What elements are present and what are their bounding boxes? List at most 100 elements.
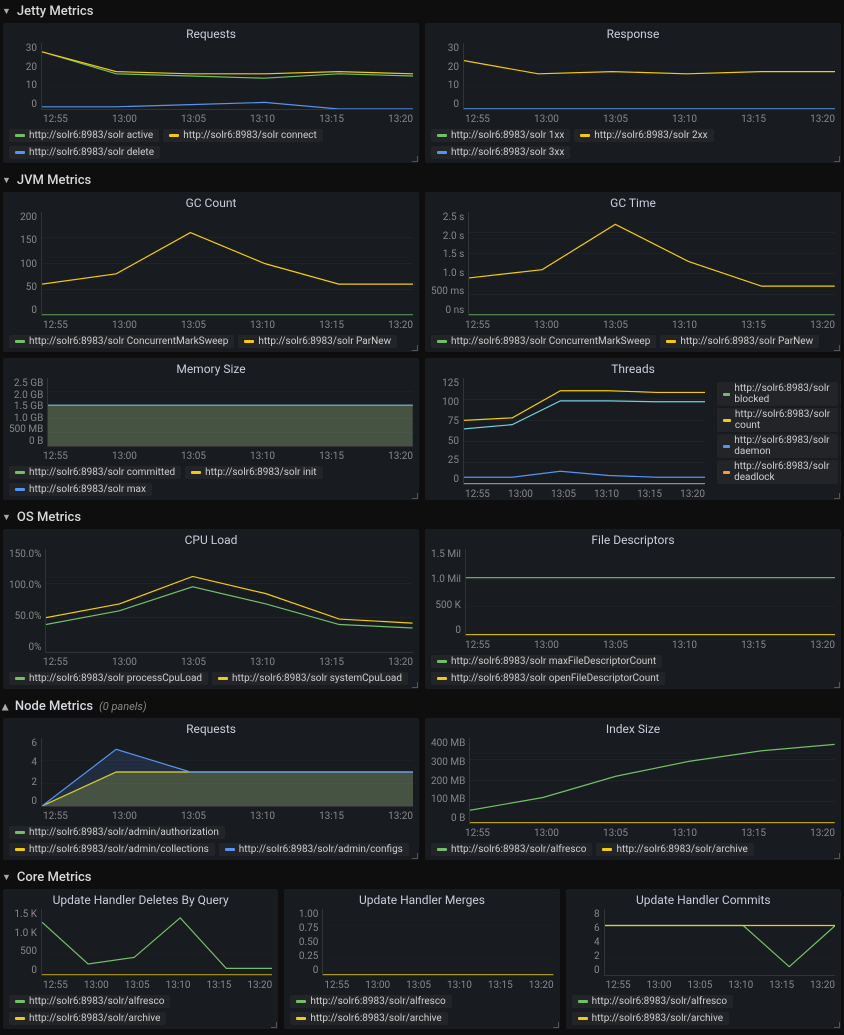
legend-item[interactable]: http://solr6:8983/solr/archive	[9, 1012, 166, 1025]
legend: http://solr6:8983/solr active http://solr…	[3, 125, 419, 163]
legend-item[interactable]: http://solr6:8983/solr count	[717, 408, 838, 432]
resize-handle-icon[interactable]	[412, 156, 418, 162]
legend: http://solr6:8983/solr/alfresco http://so…	[3, 991, 278, 1029]
legend-item[interactable]: http://solr6:8983/solr new	[840, 382, 841, 406]
resize-handle-icon[interactable]	[412, 493, 418, 499]
legend-item[interactable]: http://solr6:8983/solr connect	[163, 129, 323, 142]
resize-handle-icon[interactable]	[412, 853, 418, 859]
legend-item[interactable]: http://solr6:8983/solr/alfresco	[290, 995, 451, 1008]
resize-handle-icon[interactable]	[553, 1022, 559, 1028]
legend-item[interactable]: http://solr6:8983/solr max	[9, 483, 152, 496]
panel-gc-time[interactable]: GC Time2.5 s2.0 s1.5 s1.0 s500 ms0 ns12:…	[425, 192, 841, 352]
resize-handle-icon[interactable]	[412, 345, 418, 351]
panel-title: Index Size	[425, 718, 841, 738]
legend-item[interactable]: http://solr6:8983/solr init	[185, 466, 322, 479]
legend-item[interactable]: http://solr6:8983/solr blocked	[717, 382, 838, 406]
resize-handle-icon[interactable]	[834, 853, 840, 859]
legend: http://solr6:8983/solr/alfresco http://so…	[425, 839, 841, 860]
chart-plot[interactable]	[41, 738, 413, 807]
legend-item[interactable]: http://solr6:8983/solr 3xx	[431, 146, 570, 159]
chart-plot[interactable]	[463, 43, 835, 110]
x-axis: 12:5513:0013:0513:1013:1513:20	[425, 112, 841, 125]
resize-handle-icon[interactable]	[271, 1022, 277, 1028]
panel-title: Memory Size	[3, 358, 419, 378]
y-axis: 3020100	[9, 43, 41, 110]
legend-item[interactable]: http://solr6:8983/solr processCpuLoad	[9, 672, 208, 685]
chart-plot[interactable]	[322, 909, 553, 976]
panel-threads[interactable]: Threads125100755025012:5513:0013:0513:10…	[425, 358, 841, 500]
legend-item[interactable]: http://solr6:8983/solr runnable	[840, 408, 841, 432]
panel-jetty-requests[interactable]: Requests302010012:5513:0013:0513:1013:15…	[3, 23, 419, 163]
panel-index-size[interactable]: Index Size400 MB300 MB200 MB100 MB0 B12:…	[425, 718, 841, 860]
legend-item[interactable]: http://solr6:8983/solr openFileDescripto…	[431, 672, 665, 685]
panel-cpu-load[interactable]: CPU Load150.0%100.0%50.0%0%12:5513:0013:…	[3, 529, 419, 689]
chart-plot[interactable]	[41, 909, 272, 976]
legend-item[interactable]: http://solr6:8983/solr 2xx	[574, 129, 713, 142]
legend-item[interactable]: http://solr6:8983/solr/archive	[290, 1012, 447, 1025]
chevron-down-icon: ▼	[2, 512, 11, 523]
legend-item[interactable]: http://solr6:8983/solr systemCpuLoad	[212, 672, 408, 685]
legend-item[interactable]: http://solr6:8983/solr ConcurrentMarkSwe…	[431, 335, 656, 348]
legend-item[interactable]: http://solr6:8983/solr timed_waiting	[840, 460, 841, 484]
legend-item[interactable]: http://solr6:8983/solr/archive	[572, 1012, 729, 1025]
x-axis: 12:5513:0013:0513:1013:1513:20	[566, 978, 841, 991]
legend-item[interactable]: http://solr6:8983/solr maxFileDescriptor…	[431, 655, 662, 668]
chart-plot[interactable]	[463, 378, 705, 485]
chevron-right-icon: ▶	[0, 703, 10, 710]
panel-memory-size[interactable]: Memory Size2.5 GB2.0 GB1.5 GB1.0 GB500 M…	[3, 358, 419, 500]
resize-handle-icon[interactable]	[834, 1022, 840, 1028]
chart-plot[interactable]	[47, 378, 413, 447]
chart-plot[interactable]	[469, 738, 835, 824]
panel-count-hint: (0 panels)	[99, 700, 147, 713]
legend-item[interactable]: http://solr6:8983/solr ParNew	[660, 335, 819, 348]
legend-item[interactable]: http://solr6:8983/solr/alfresco	[9, 995, 170, 1008]
y-axis: 2.5 GB2.0 GB1.5 GB1.0 GB500 MB0 B	[9, 378, 47, 447]
x-axis: 12:5513:0013:0513:1013:1513:20	[3, 112, 419, 125]
legend-item[interactable]: http://solr6:8983/solr deadlock	[717, 460, 838, 484]
panel-gc-count[interactable]: GC Count20015010050012:5513:0013:0513:10…	[3, 192, 419, 352]
legend-item[interactable]: http://solr6:8983/solr terminated	[840, 434, 841, 458]
chart-plot[interactable]	[45, 549, 413, 653]
section-header-core[interactable]: ▼ Core Metrics	[0, 866, 844, 889]
resize-handle-icon[interactable]	[834, 682, 840, 688]
panel-title: GC Count	[3, 192, 419, 212]
x-axis: 12:5513:0013:0513:1013:1513:20	[284, 978, 559, 991]
section-header-os[interactable]: ▼ OS Metrics	[0, 506, 844, 529]
panel-commits[interactable]: Update Handler Commits8642012:5513:0013:…	[566, 889, 841, 1029]
legend-item[interactable]: http://solr6:8983/solr/archive	[596, 843, 753, 856]
legend: http://solr6:8983/solr/alfresco http://so…	[566, 991, 841, 1029]
legend-item[interactable]: http://solr6:8983/solr active	[9, 129, 159, 142]
panel-title: GC Time	[425, 192, 841, 212]
panel-merges[interactable]: Update Handler Merges1.000.750.500.25012…	[284, 889, 559, 1029]
chart-plot[interactable]	[41, 212, 413, 316]
panel-jetty-response[interactable]: Response302010012:5513:0013:0513:1013:15…	[425, 23, 841, 163]
resize-handle-icon[interactable]	[834, 493, 840, 499]
legend-item[interactable]: http://solr6:8983/solr/admin/collections	[9, 843, 215, 856]
legend-item[interactable]: http://solr6:8983/solr daemon	[717, 434, 838, 458]
x-axis: 12:5513:0013:0513:1013:1513:20	[425, 487, 711, 500]
legend-item[interactable]: http://solr6:8983/solr 1xx	[431, 129, 570, 142]
section-header-jvm[interactable]: ▼ JVM Metrics	[0, 169, 844, 192]
panel-file-descriptors[interactable]: File Descriptors1.5 Mil1.0 Mil500 K012:5…	[425, 529, 841, 689]
legend-item[interactable]: http://solr6:8983/solr/admin/configs	[219, 843, 409, 856]
legend-item[interactable]: http://solr6:8983/solr delete	[9, 146, 160, 159]
legend-item[interactable]: http://solr6:8983/solr/alfresco	[431, 843, 592, 856]
chart-plot[interactable]	[465, 549, 835, 636]
legend-item[interactable]: http://solr6:8983/solr committed	[9, 466, 181, 479]
panel-deletes-by-query[interactable]: Update Handler Deletes By Query1.5 K1.0 …	[3, 889, 278, 1029]
resize-handle-icon[interactable]	[834, 345, 840, 351]
chart-plot[interactable]	[41, 43, 413, 110]
resize-handle-icon[interactable]	[834, 156, 840, 162]
section-header-node[interactable]: ▶ Node Metrics (0 panels)	[0, 695, 844, 718]
resize-handle-icon[interactable]	[412, 682, 418, 688]
legend-item[interactable]: http://solr6:8983/solr ConcurrentMarkSwe…	[9, 335, 234, 348]
legend-item[interactable]: http://solr6:8983/solr/alfresco	[572, 995, 733, 1008]
legend: http://solr6:8983/solr ConcurrentMarkSwe…	[425, 331, 841, 352]
section-title: OS Metrics	[17, 510, 81, 525]
chart-plot[interactable]	[604, 909, 835, 976]
panel-requests-admin[interactable]: Requests642012:5513:0013:0513:1013:1513:…	[3, 718, 419, 860]
legend-item[interactable]: http://solr6:8983/solr/admin/authorizati…	[9, 826, 225, 839]
section-header-jetty[interactable]: ▼ Jetty Metrics	[0, 0, 844, 23]
legend-item[interactable]: http://solr6:8983/solr ParNew	[238, 335, 397, 348]
chart-plot[interactable]	[468, 212, 835, 316]
